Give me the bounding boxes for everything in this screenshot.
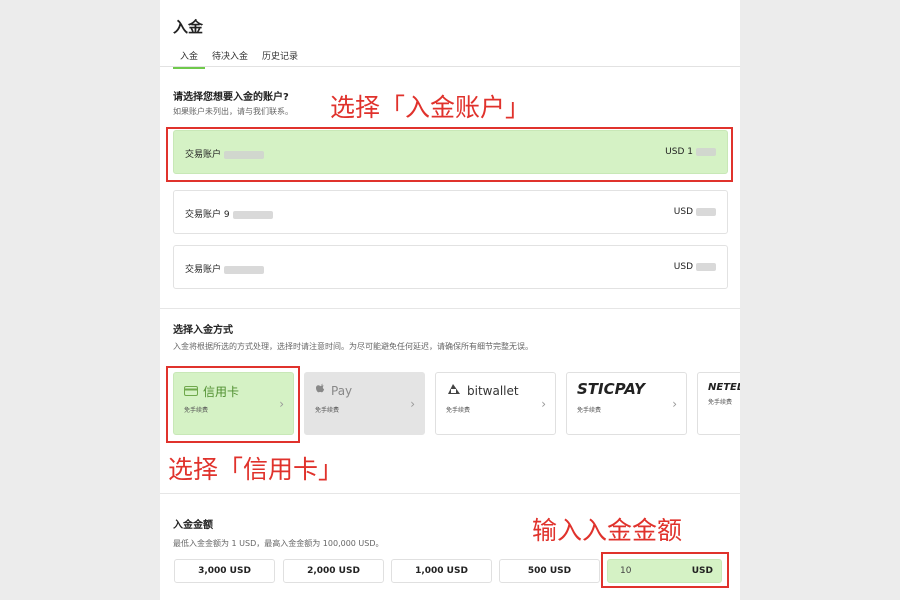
method-section-subtitle: 入金将根据所选的方式处理，选择时请注意时间。为尽可能避免任何延迟，请确保所有细节… xyxy=(173,342,533,351)
method-name: STICPAY xyxy=(577,380,645,398)
method-name: bitwallet xyxy=(467,384,519,398)
account-section-title: 请选择您想要入金的账户? xyxy=(173,92,289,103)
method-fee: 免手续费 xyxy=(315,407,340,414)
account-highlight-box xyxy=(166,127,733,182)
method-name: Pay xyxy=(331,384,353,398)
account-option-3[interactable]: 交易账户 USD xyxy=(173,245,728,289)
tabs-divider xyxy=(160,66,740,67)
bitwallet-logo-icon xyxy=(446,383,462,399)
page-title: 入金 xyxy=(173,18,204,36)
method-fee: 免手续费 xyxy=(446,407,471,414)
masked-balance xyxy=(696,207,716,216)
account-option-2[interactable]: 交易账户 9 USD xyxy=(173,190,728,234)
method-sticpay[interactable]: STICPAY 免手续费 › xyxy=(566,372,687,435)
chevron-right-icon: › xyxy=(541,397,546,411)
method-section-title: 选择入金方式 xyxy=(173,325,233,336)
account-currency: USD xyxy=(673,207,693,217)
chevron-right-icon: › xyxy=(672,397,677,411)
method-neteller[interactable]: NETELL 免手续费 xyxy=(697,372,740,435)
masked-balance xyxy=(696,262,716,271)
method-highlight-box xyxy=(166,366,300,443)
chevron-right-icon: › xyxy=(410,397,415,411)
account-label: 交易账户 xyxy=(185,265,222,275)
amount-highlight-box xyxy=(601,552,729,588)
amount-annotation: 输入入金金额 xyxy=(532,516,683,545)
masked-account-number xyxy=(232,210,273,219)
amount-section-title: 入金金额 xyxy=(173,520,213,531)
method-fee: 免手续费 xyxy=(708,399,733,406)
account-annotation: 选择「入金账户」 xyxy=(330,93,531,122)
section-divider xyxy=(160,493,740,494)
masked-account-number xyxy=(224,265,265,274)
apple-icon xyxy=(315,383,326,399)
account-section-subtitle: 如果账户未列出，请与我们联系。 xyxy=(173,107,293,116)
amount-preset-500[interactable]: 500 USD xyxy=(499,559,600,583)
method-annotation: 选择「信用卡」 xyxy=(168,455,344,484)
account-currency: USD xyxy=(673,262,693,272)
section-divider xyxy=(160,308,740,309)
method-fee: 免手续费 xyxy=(577,407,602,414)
method-apple-pay[interactable]: Pay 免手续费 › xyxy=(304,372,425,435)
account-label: 交易账户 9 xyxy=(185,210,230,220)
amount-preset-1000[interactable]: 1,000 USD xyxy=(391,559,492,583)
amount-preset-3000[interactable]: 3,000 USD xyxy=(174,559,275,583)
amount-section-subtitle: 最低入金金额为 1 USD，最高入金金额为 100,000 USD。 xyxy=(173,539,384,548)
amount-preset-2000[interactable]: 2,000 USD xyxy=(283,559,384,583)
method-bitwallet[interactable]: bitwallet 免手续费 › xyxy=(435,372,556,435)
method-name: NETELL xyxy=(708,382,740,393)
